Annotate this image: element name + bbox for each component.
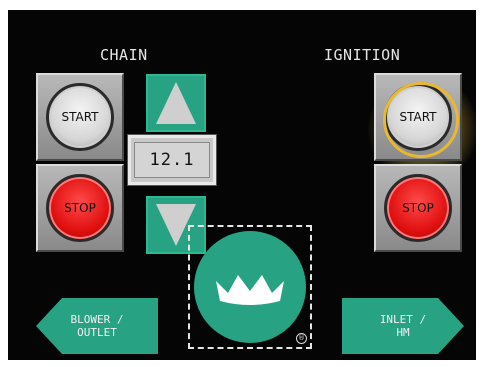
highlight-ring: [383, 82, 459, 158]
ignition-stop-frame: STOP: [374, 164, 462, 252]
chain-speed-up-button[interactable]: [146, 74, 206, 132]
arrow-up-icon: [156, 82, 196, 124]
ignition-stop-button[interactable]: STOP: [384, 174, 452, 242]
logo-badge: [194, 231, 306, 343]
nav-left-line2: OUTLET: [77, 326, 117, 339]
chain-speed-value: 12.1: [134, 142, 210, 178]
chain-start-frame: START: [36, 73, 124, 161]
hmi-panel: CHAIN IGNITION START STOP 12.1 START STO…: [8, 10, 478, 360]
nav-left-line1: BLOWER /: [70, 313, 124, 326]
chain-title: CHAIN: [100, 46, 148, 64]
ignition-start-button[interactable]: START: [383, 82, 459, 158]
ignition-stop-label: STOP: [402, 201, 434, 215]
ignition-title: IGNITION: [324, 46, 401, 64]
nav-inlet-hm-button[interactable]: INLET / HM: [342, 298, 464, 354]
chain-stop-frame: STOP: [36, 164, 124, 252]
ignition-start-frame: START: [374, 73, 462, 161]
chain-speed-display: 12.1: [127, 134, 217, 186]
chain-stop-button[interactable]: STOP: [46, 174, 114, 242]
chain-start-button[interactable]: START: [46, 83, 114, 151]
nav-blower-outlet-button[interactable]: BLOWER / OUTLET: [36, 298, 158, 354]
chain-stop-label: STOP: [64, 201, 96, 215]
registered-mark: ®: [296, 333, 307, 344]
crown-icon: [216, 275, 284, 305]
nav-blower-outlet-label: BLOWER / OUTLET: [36, 298, 158, 354]
nav-inlet-hm-label: INLET / HM: [342, 298, 464, 354]
chain-start-label: START: [61, 110, 99, 124]
nav-right-line2: HM: [396, 326, 410, 339]
nav-right-line1: INLET /: [379, 313, 427, 326]
logo-button[interactable]: ®: [188, 225, 312, 349]
